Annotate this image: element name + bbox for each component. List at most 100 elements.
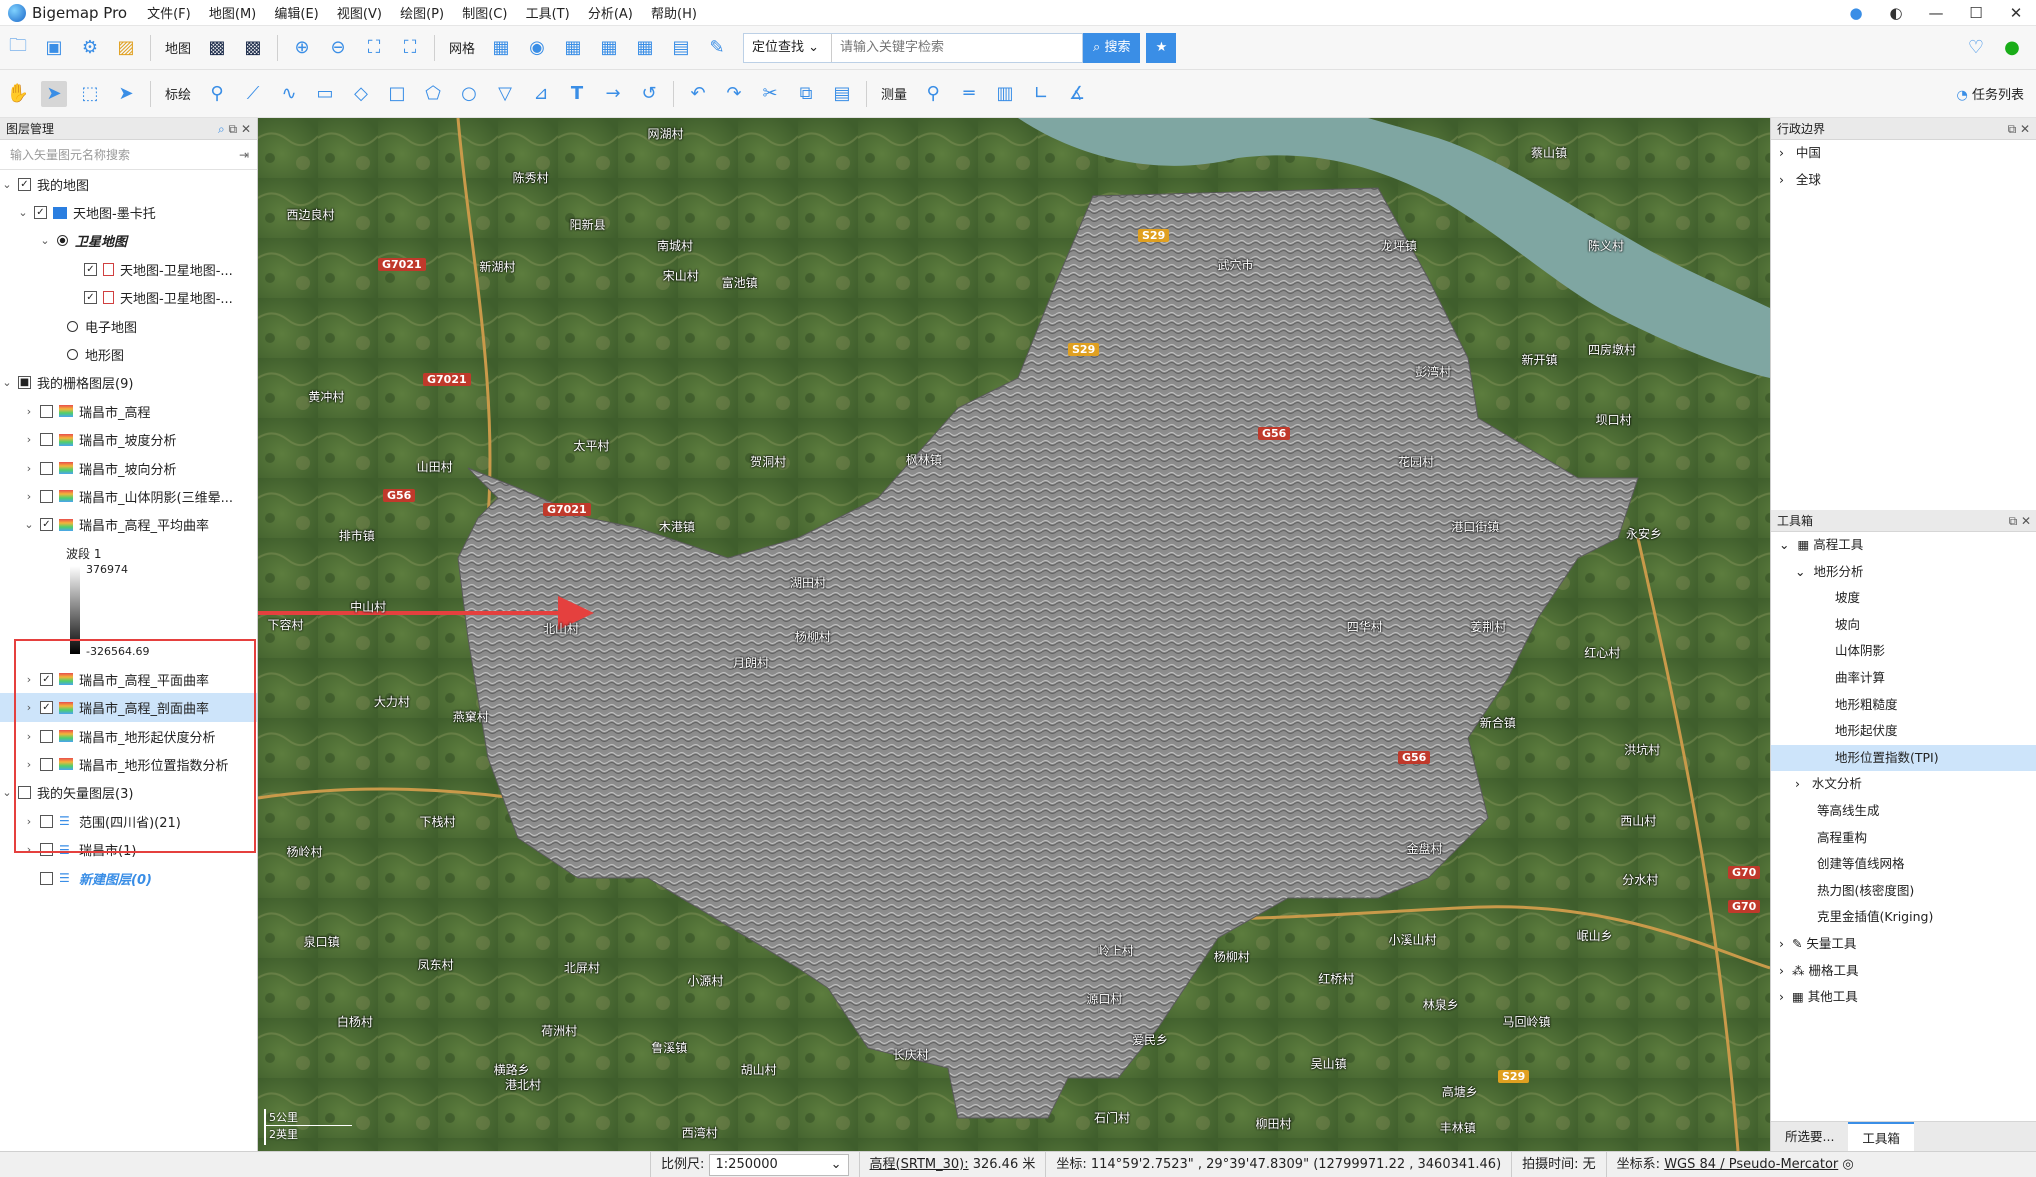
chevron-down-icon[interactable]: ⌄ xyxy=(0,178,14,191)
checkbox[interactable]: ✓ xyxy=(84,262,97,276)
brush-icon[interactable]: ✎ xyxy=(704,35,730,61)
checkbox[interactable] xyxy=(40,489,53,503)
zoom-in-icon[interactable]: ⊕ xyxy=(289,35,315,61)
tree-row-mean-curvature[interactable]: ⌄ ✓ 瑞昌市_高程_平均曲率 xyxy=(0,511,257,539)
select-pointer-icon[interactable]: ➤ xyxy=(41,80,67,107)
chevron-right-icon[interactable]: › xyxy=(22,701,36,714)
measure-bearing-icon[interactable]: ∡ xyxy=(1064,81,1090,107)
chevron-right-icon[interactable]: › xyxy=(22,462,36,475)
curve-icon[interactable]: ∿ xyxy=(276,81,302,107)
tab-selected-features[interactable]: 所选要... xyxy=(1771,1122,1848,1151)
chevron-right-icon[interactable]: › xyxy=(1779,963,1784,978)
grid-tile-icon[interactable]: ▦ xyxy=(596,35,622,61)
tool-group-vector[interactable]: › ✎ 矢量工具 xyxy=(1771,931,2036,958)
checkbox[interactable] xyxy=(40,433,53,447)
undo-icon[interactable]: ↶ xyxy=(685,81,711,107)
copy-icon[interactable]: ⧉ xyxy=(793,81,819,107)
polyline-icon[interactable]: ⟋ xyxy=(240,81,266,107)
tree-row-my-map[interactable]: ⌄ ✓ 我的地图 xyxy=(0,170,257,198)
measure-area-icon[interactable]: ▥ xyxy=(992,81,1018,107)
menu-analysis[interactable]: 分析(A) xyxy=(588,7,633,22)
chevron-right-icon[interactable]: › xyxy=(22,815,36,828)
diamond-icon[interactable]: ◇ xyxy=(348,81,374,107)
ruler-icon[interactable]: ⊿ xyxy=(528,81,554,107)
chevron-right-icon[interactable]: › xyxy=(1779,989,1784,1004)
tool-item[interactable]: 地形粗糙度 xyxy=(1771,692,2036,719)
tool-item[interactable]: 坡度 xyxy=(1771,585,2036,612)
chevron-down-icon[interactable]: ⌄ xyxy=(38,234,52,247)
tool-item[interactable]: 热力图(核密度图) xyxy=(1771,878,2036,905)
grid-tile-icon[interactable]: ▦ xyxy=(632,35,658,61)
settings-icon[interactable]: ⚙ xyxy=(77,35,103,61)
tree-row-vector-layer[interactable]: › ☰ 瑞昌市(1) xyxy=(0,835,257,863)
paste-icon[interactable]: ▤ xyxy=(829,81,855,107)
full-extent-icon[interactable]: ⛶ xyxy=(397,35,423,61)
float-panel-icon[interactable]: ⧉ ✕ xyxy=(2008,118,2030,140)
map-canvas[interactable]: 网湖村 陈秀村 西边良村 阳新县 新湖村 宋山村 南城村 富池镇 武穴市 龙坪镇 陈义村 蔡山镇 四房墩… xyxy=(258,118,1770,1151)
tool-group-raster[interactable]: › ⁂ 栅格工具 xyxy=(1771,958,2036,985)
chevron-right-icon[interactable]: › xyxy=(1779,936,1784,951)
menu-draw[interactable]: 绘图(P) xyxy=(400,7,444,22)
tool-group-other[interactable]: › ▦ 其他工具 xyxy=(1771,984,2036,1011)
checkbox[interactable]: ✓ xyxy=(34,206,47,220)
tool-item[interactable]: 高程重构 xyxy=(1771,825,2036,852)
close-button[interactable]: ✕ xyxy=(1996,4,2036,22)
chevron-right-icon[interactable]: › xyxy=(22,673,36,686)
globe-icon[interactable]: ◎ xyxy=(1842,1157,1853,1172)
task-list-button[interactable]: ◔ 任务列表 xyxy=(1957,84,2025,103)
chevron-right-icon[interactable]: › xyxy=(22,490,36,503)
checkbox[interactable] xyxy=(40,871,53,885)
heart-icon[interactable]: ♡ xyxy=(1963,35,1989,61)
tool-group-hydro[interactable]: › 水文分析 xyxy=(1771,771,2036,798)
layer-search-field[interactable]: 输入矢量图元名称搜索 ⇥ xyxy=(0,140,257,170)
chevron-down-icon[interactable]: ⌄ xyxy=(1779,537,1789,552)
checkbox-partial[interactable]: ■ xyxy=(18,376,31,390)
tab-toolbox[interactable]: 工具箱 xyxy=(1848,1122,1914,1151)
tool-item[interactable]: 克里金插值(Kriging) xyxy=(1771,904,2036,931)
chevron-right-icon[interactable]: › xyxy=(1779,145,1784,160)
chevron-right-icon[interactable]: › xyxy=(22,730,36,743)
checkbox[interactable] xyxy=(40,757,53,771)
tree-row-vector-group[interactable]: ⌄ 我的矢量图层(3) xyxy=(0,779,257,807)
float-panel-icon[interactable]: ⧉ ✕ xyxy=(2009,510,2031,532)
elevation-label[interactable]: 高程(SRTM_30): xyxy=(870,1157,969,1172)
tree-row-raster-layer[interactable]: › 瑞昌市_地形起伏度分析 xyxy=(0,722,257,750)
chevron-right-icon[interactable]: › xyxy=(22,433,36,446)
close-panel-icon[interactable]: ✕ xyxy=(241,122,251,136)
search-icon[interactable]: ⌕ xyxy=(218,122,225,136)
wechat-icon[interactable]: ● xyxy=(1999,35,2025,61)
arrow-tool-icon[interactable]: → xyxy=(600,81,626,107)
tool-group-elevation[interactable]: ⌄ ▦ 高程工具 xyxy=(1771,532,2036,559)
tree-row-raster-group[interactable]: ⌄ ■ 我的栅格图层(9) xyxy=(0,369,257,397)
chevron-right-icon[interactable]: › xyxy=(1779,172,1784,187)
minimize-button[interactable]: — xyxy=(1916,4,1956,22)
save-icon[interactable]: ▣ xyxy=(41,35,67,61)
marker-icon[interactable]: ⚲ xyxy=(204,81,230,107)
chevron-right-icon[interactable]: › xyxy=(22,843,36,856)
map-source-icon[interactable]: ▩ xyxy=(204,35,230,61)
chevron-down-icon[interactable]: ⌄ xyxy=(0,786,14,799)
checkbox[interactable]: ✓ xyxy=(18,177,31,191)
checkbox[interactable] xyxy=(40,814,53,828)
tool-item-tpi[interactable]: 地形位置指数(TPI) xyxy=(1771,744,2036,772)
chevron-down-icon[interactable]: ⌄ xyxy=(16,206,30,219)
measure-point-icon[interactable]: ⚲ xyxy=(920,81,946,107)
locate-mode-select[interactable]: 定位查找 ⌄ xyxy=(744,33,833,62)
tool-item[interactable]: 山体阴影 xyxy=(1771,638,2036,665)
zoom-extent-icon[interactable]: ⛶ xyxy=(361,35,387,61)
chevron-right-icon[interactable]: › xyxy=(22,405,36,418)
tree-row-profile-curvature[interactable]: › ✓ 瑞昌市_高程_剖面曲率 xyxy=(0,693,257,722)
menu-help[interactable]: 帮助(H) xyxy=(651,7,697,22)
tree-row-vector-layer[interactable]: › ☰ 范围(四川省)(21) xyxy=(0,807,257,835)
map-layer-icon[interactable]: ▩ xyxy=(240,35,266,61)
cut-icon[interactable]: ✂ xyxy=(757,81,783,107)
triangle-icon[interactable]: ▽ xyxy=(492,81,518,107)
collapse-icon[interactable]: ⇥ xyxy=(239,140,249,170)
tree-row-raster-layer[interactable]: › 瑞昌市_地形位置指数分析 xyxy=(0,750,257,778)
menu-cartography[interactable]: 制图(C) xyxy=(462,7,507,22)
select-box-icon[interactable]: ⬚ xyxy=(77,81,103,107)
admin-item-global[interactable]: › 全球 xyxy=(1771,167,2036,194)
tree-row-raster-layer[interactable]: › 瑞昌市_坡向分析 xyxy=(0,454,257,482)
tool-item[interactable]: 等高线生成 xyxy=(1771,798,2036,825)
pan-hand-icon[interactable]: ✋ xyxy=(5,81,31,107)
